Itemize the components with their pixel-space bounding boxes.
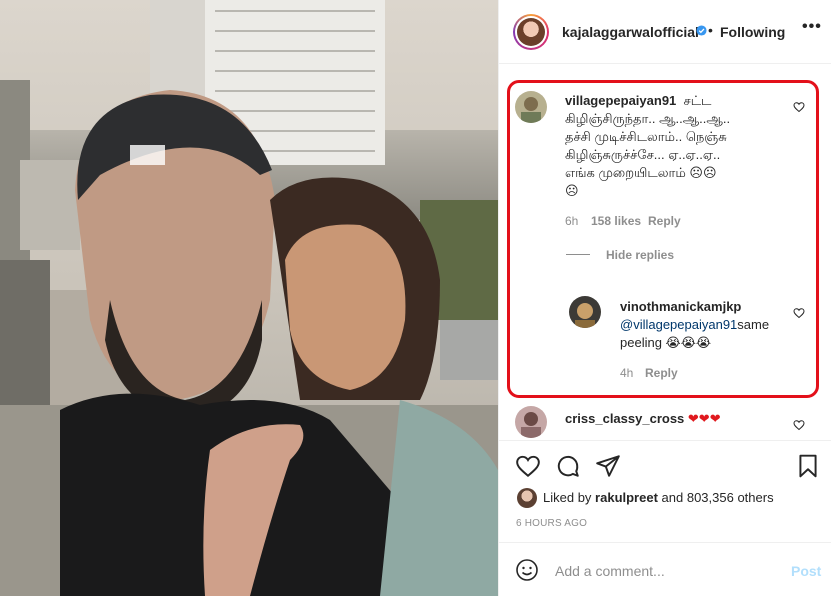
post-time-ago[interactable]: 6 HOURS AGO: [516, 518, 587, 529]
share-send-icon[interactable]: [595, 453, 621, 479]
liked-by-user-link[interactable]: rakulpreet: [595, 490, 658, 505]
comment-text-line: எங்க முறையிடலாம் ☹☹: [565, 165, 717, 180]
author-username[interactable]: kajalaggarwalofficial: [562, 24, 699, 40]
comment-avatar[interactable]: [515, 91, 547, 123]
comment-text: ❤❤❤: [687, 411, 721, 426]
header-separator: •: [708, 22, 713, 38]
save-bookmark-icon[interactable]: [795, 453, 821, 479]
reply-mention-link[interactable]: @villagepepaiyan91: [620, 317, 737, 332]
hide-replies-button[interactable]: Hide replies: [606, 248, 674, 262]
following-button[interactable]: Following: [720, 24, 785, 40]
comment-time[interactable]: 6h: [565, 214, 578, 228]
post-image: [0, 0, 498, 596]
comment-text-line: ☹: [565, 183, 579, 198]
comment-reply-button[interactable]: Reply: [648, 214, 681, 228]
like-comment-heart-icon[interactable]: [793, 418, 805, 431]
liked-by-count-link[interactable]: and 803,356 others: [662, 490, 774, 505]
liked-by-text: Liked by rakulpreet and 803,356 others: [543, 490, 774, 505]
verified-badge-icon: [696, 24, 707, 37]
add-comment-input[interactable]: [555, 561, 775, 581]
comment-text-line: கிழிஞ்சிருந்தா.. ஆ..ஆ..ஆ..: [565, 111, 731, 126]
emoji-smiley-icon[interactable]: [515, 558, 539, 582]
post-actions-bar: [499, 440, 831, 491]
liked-by-prefix: Liked by: [543, 490, 592, 505]
reply-body: vinothmanickamjkp @villagepepaiyan91same…: [620, 298, 805, 352]
post-photo[interactable]: [0, 0, 498, 596]
comment-text-line: சட்ட: [683, 93, 712, 108]
comment-text-line: தச்சி முடிச்சிடலாம்.. நெஞ்சு: [565, 129, 727, 144]
author-avatar[interactable]: [513, 14, 549, 50]
comment-bubble-icon[interactable]: [555, 453, 581, 479]
comment-username[interactable]: criss_classy_cross: [565, 411, 684, 426]
reply-text-line2: peeling 😭😭😭: [620, 335, 712, 350]
reply-avatar[interactable]: [569, 296, 601, 328]
comment-username[interactable]: villagepepaiyan91: [565, 93, 676, 108]
reply-time[interactable]: 4h: [620, 366, 633, 380]
reply-reply-button[interactable]: Reply: [645, 366, 678, 380]
reply-username[interactable]: vinothmanickamjkp: [620, 299, 741, 314]
add-comment-bar: Post: [499, 542, 831, 597]
comment-avatar[interactable]: [515, 406, 547, 438]
like-reply-heart-icon[interactable]: [793, 306, 805, 319]
like-heart-icon[interactable]: [515, 453, 541, 479]
comment-likes[interactable]: 158 likes: [591, 214, 641, 228]
like-comment-heart-icon[interactable]: [793, 100, 805, 113]
more-options-icon[interactable]: •••: [802, 18, 822, 36]
reply-text: same: [737, 317, 770, 332]
comment-text-line: கிழிஞ்சுருச்ச்சே... ஏ..ஏ..ஏ..: [565, 147, 721, 162]
comment-body: criss_classy_cross ❤❤❤: [565, 410, 795, 428]
post-side-panel: kajalaggarwalofficial • Following ••• vi…: [498, 0, 831, 596]
post-header: kajalaggarwalofficial • Following •••: [499, 0, 831, 64]
liked-by-avatar[interactable]: [517, 488, 537, 508]
hide-replies-line: [566, 254, 590, 255]
post-comment-button[interactable]: Post: [791, 563, 821, 579]
comment-body: villagepepaiyan91 சட்ட கிழிஞ்சிருந்தா.. …: [565, 92, 795, 200]
